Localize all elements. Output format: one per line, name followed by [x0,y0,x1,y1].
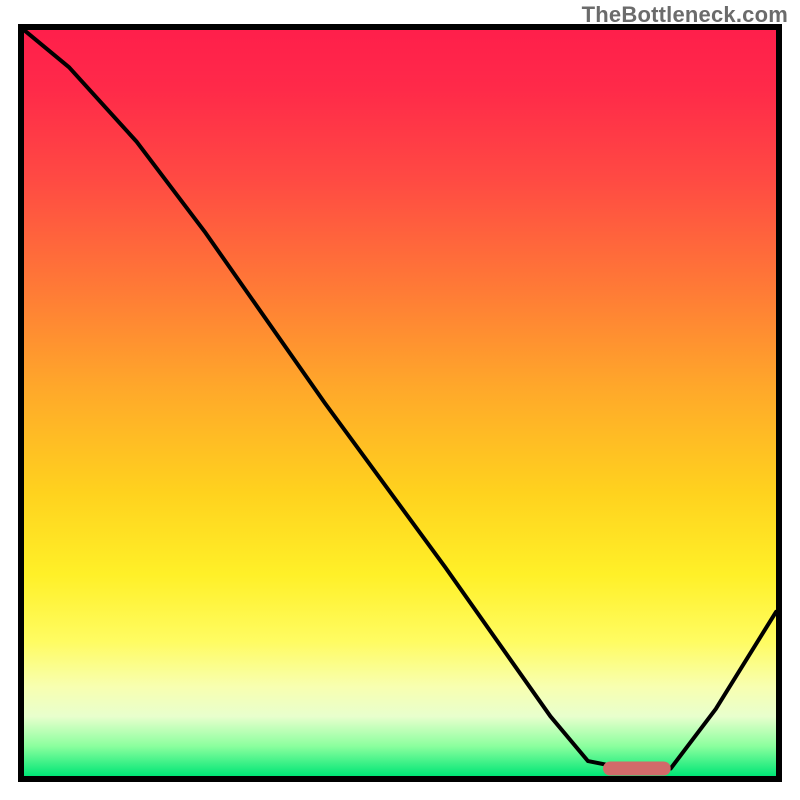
plot-area [18,24,782,782]
chart-container: TheBottleneck.com [0,0,800,800]
bottleneck-curve [24,30,776,769]
optimal-range-marker [603,762,671,776]
line-chart-svg [24,30,776,776]
